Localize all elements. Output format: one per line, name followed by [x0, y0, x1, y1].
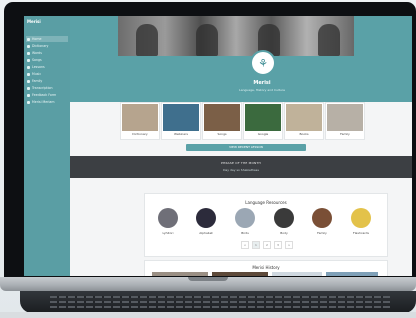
prev-page-button[interactable]: <: [241, 241, 249, 249]
resource-item[interactable]: Lyhitori: [157, 208, 179, 238]
page-1-button[interactable]: 1: [252, 241, 260, 249]
sidebar-item-music[interactable]: Music: [26, 71, 68, 77]
resource-thumb: [196, 208, 216, 228]
resources-title: Language Resources: [245, 200, 287, 205]
header-figure: [136, 24, 158, 56]
header-photo: [118, 16, 354, 56]
sidebar-item-lessons[interactable]: Lessons: [26, 64, 68, 70]
resource-item[interactable]: Flashcards: [350, 208, 372, 238]
page-3-button[interactable]: 3: [274, 241, 282, 249]
page-title: Merisi: [253, 80, 271, 86]
history-thumb[interactable]: [272, 272, 322, 276]
keyboard-row: [50, 306, 390, 308]
band-phrase: Day day so Shakiethass: [223, 168, 259, 172]
page-subtitle: Language, History and Culture: [239, 88, 285, 92]
keyboard-row: [50, 301, 390, 303]
feature-tiles: Dictionary Webinars Songs Google Books F…: [120, 102, 366, 140]
resource-item[interactable]: Family: [311, 208, 333, 238]
tile-image: [122, 104, 158, 131]
history-thumb[interactable]: [212, 272, 268, 276]
sidebar-item-home[interactable]: Home: [26, 36, 68, 42]
person-icon: [27, 100, 30, 104]
resource-thumb: [158, 208, 178, 228]
history-thumb[interactable]: [326, 272, 378, 276]
lesson-icon: [27, 65, 30, 69]
view-recent-lesson-button[interactable]: VIEW RECENT LESSON: [186, 144, 306, 151]
sidebar-item-merisi-meriam[interactable]: Merisi Meriam: [26, 99, 68, 105]
tile-image: [327, 104, 363, 131]
sidebar-item-words[interactable]: Words: [26, 50, 68, 56]
tile-image: [286, 104, 322, 131]
next-page-button[interactable]: >: [285, 241, 293, 249]
family-icon: [27, 79, 30, 83]
tile-google[interactable]: Google: [243, 102, 283, 140]
laptop-shadow: [0, 312, 416, 318]
page-2-button[interactable]: 2: [263, 241, 271, 249]
resource-item[interactable]: Birds: [234, 208, 256, 238]
sidebar-item-transcription[interactable]: Transcription: [26, 85, 68, 91]
tile-books[interactable]: Books: [284, 102, 324, 140]
words-icon: [27, 51, 30, 55]
tile-dictionary[interactable]: Dictionary: [120, 102, 160, 140]
sidebar-item-family[interactable]: Family: [26, 78, 68, 84]
pagination: < 1 2 3 >: [241, 241, 293, 249]
header-figure: [318, 24, 340, 56]
band-heading: PHRASE OF THE MONTH: [221, 161, 261, 165]
keyboard-row: [50, 296, 390, 298]
resource-thumb: [274, 208, 294, 228]
resource-thumb: [235, 208, 255, 228]
keyboard: [20, 291, 416, 313]
history-title: Merisi History: [252, 265, 280, 270]
laptop-lid: Merisi Home Dictionary Words Songs Lesso…: [4, 2, 416, 278]
book-icon: [27, 44, 30, 48]
resource-item[interactable]: Alphabet: [195, 208, 217, 238]
laptop-notch: [188, 277, 228, 281]
tile-image: [163, 104, 199, 131]
tile-songs[interactable]: Songs: [202, 102, 242, 140]
home-icon: [27, 37, 30, 41]
sidebar-item-songs[interactable]: Songs: [26, 57, 68, 63]
resource-item[interactable]: Body: [273, 208, 295, 238]
tile-image: [245, 104, 281, 131]
history-thumbnails: [152, 272, 378, 276]
history-thumb[interactable]: [152, 272, 208, 276]
phrase-of-month-band: PHRASE OF THE MONTH Day day so Shakietha…: [70, 156, 412, 178]
resource-thumb: [312, 208, 332, 228]
page-header: ⚘ Merisi Language, History and Culture: [70, 16, 412, 102]
tile-image: [204, 104, 240, 131]
sidebar-item-feedback-form[interactable]: Feedback Form: [26, 92, 68, 98]
feedback-icon: [27, 93, 30, 97]
resource-thumb: [351, 208, 371, 228]
sidebar-item-dictionary[interactable]: Dictionary: [26, 43, 68, 49]
sidebar-title: Merisi: [27, 19, 41, 24]
screen: Merisi Home Dictionary Words Songs Lesso…: [24, 16, 412, 276]
language-resources-card: Language Resources Lyhitori Alphabet Bir…: [144, 193, 388, 257]
tile-webinars[interactable]: Webinars: [161, 102, 201, 140]
header-figure: [196, 24, 218, 56]
logo-icon: ⚘: [250, 50, 276, 76]
tile-family[interactable]: Family: [325, 102, 365, 140]
sidebar: Merisi Home Dictionary Words Songs Lesso…: [24, 16, 70, 276]
music-note-icon: [27, 58, 30, 62]
document-icon: [27, 86, 30, 90]
music-icon: [27, 72, 30, 76]
